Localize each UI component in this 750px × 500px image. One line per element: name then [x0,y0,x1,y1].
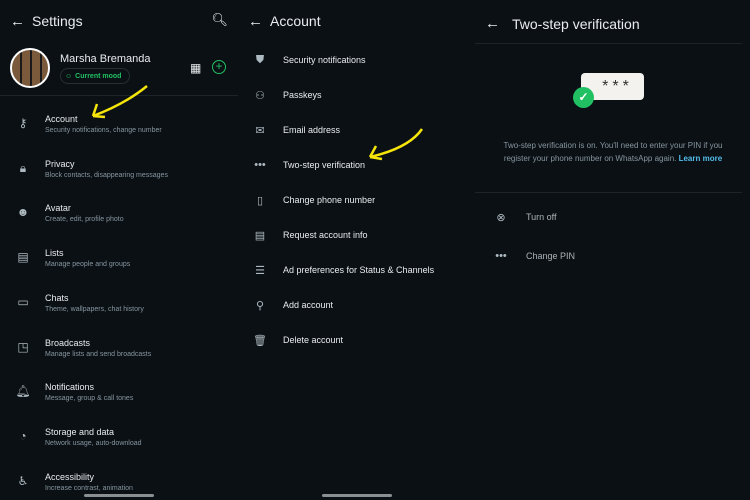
settings-header: ← Settings 🔍︎ [0,0,238,42]
home-indicator [84,494,154,497]
item-subtitle: Theme, wallpapers, chat history [45,305,144,313]
list-item-notifications[interactable]: 🔔︎ Notifications Message, group & call ton… [0,382,238,422]
item-subtitle: Security notifications, change number [45,127,162,134]
chat-icon: ▭ [17,294,29,309]
close-circle-icon: ⊗ [496,212,506,224]
item-label: Change PIN [526,251,576,261]
smiley-icon: ☺ [65,72,73,80]
page-title: Two-step verification [512,16,640,32]
back-arrow-icon[interactable]: ← [485,15,500,32]
list-item-lists[interactable]: ▤ Lists Manage people and groups [0,248,238,288]
qr-code-icon[interactable]: ▦ [190,61,201,75]
info-text: Two-step verification is on. You'll need… [493,139,733,165]
list-item-storage-and-data[interactable]: ◔ Storage and data Network usage, auto-dow… [0,427,238,467]
item-label: Two-step verification [283,160,366,170]
mood-label: Current mood [75,72,122,80]
item-label: Avatar [45,203,71,214]
document-icon: ▤ [254,230,266,242]
item-label: Delete account [283,335,344,345]
item-subtitle: Manage lists and send broadcasts [45,350,152,358]
item-label: Privacy [45,158,75,169]
item-label: Storage and data [45,426,115,437]
avatar[interactable] [10,48,50,88]
list-item-request-account-info[interactable]: ▤ Request account info [238,229,475,249]
add-icon[interactable]: + [212,60,226,74]
divider [475,43,742,44]
sliders-icon: ☰ [255,265,265,277]
bell-icon: 🔔︎ [15,384,31,399]
item-label: Security notifications [283,55,366,65]
item-label: Account [45,114,78,124]
item-label: Accessibility [45,471,95,482]
list-item-avatar[interactable]: ☻ Avatar Create, edit, profile photo [0,203,238,243]
back-arrow-icon[interactable]: ← [10,13,25,30]
back-arrow-icon[interactable]: ← [248,13,263,30]
avatar-icon: ☻ [16,205,30,220]
item-label: Turn off [526,212,557,222]
broadcast-icon: ◳ [17,339,29,354]
page-title: Account [270,13,321,29]
list-item-change-phone-number[interactable]: ▯ Change phone number [238,194,475,214]
item-label: Chats [45,292,69,303]
passkey-icon: ⚇ [255,90,265,102]
item-subtitle: Block contacts, disappearing messages [45,171,168,179]
item-label: Passkeys [283,90,322,100]
dots-icon: ••• [495,250,507,262]
page-title: Settings [32,13,83,29]
item-label: Email address [283,125,341,135]
list-item-change-pin[interactable]: ••• Change PIN [475,250,750,270]
profile-row[interactable]: Marsha Bremanda ☺ Current mood ▦ + [0,44,238,96]
list-item-two-step-verification[interactable]: ••• Two-step verification [238,159,475,179]
item-subtitle: Network usage, auto-download [45,439,142,447]
two-step-panel: ← Two-step verification *** ✓ Two-step v… [475,0,750,500]
item-subtitle: Manage people and groups [45,261,131,269]
list-item-chats[interactable]: ▭ Chats Theme, wallpapers, chat history [0,293,238,333]
list-item-turn-off[interactable]: ⊗ Turn off [475,211,750,231]
item-label: Lists [45,248,64,259]
divider [475,192,742,193]
trash-icon: 🗑︎ [253,335,267,347]
list-item-ad-preferences-for-status-channels[interactable]: ☰ Ad preferences for Status & Channels [238,264,475,284]
item-label: Ad preferences for Status & Channels [283,265,435,275]
list-item-delete-account[interactable]: 🗑︎ Delete account [238,334,475,354]
key-icon: ⚷ [18,116,28,130]
item-label: Broadcasts [45,337,91,348]
dots-icon: ••• [254,159,266,171]
phone-change-icon: ▯ [256,195,264,207]
mail-icon: ✉ [255,125,265,137]
lists-icon: ▤ [17,250,29,265]
current-mood-button[interactable]: ☺ Current mood [60,68,131,84]
add-person-icon: ⚲ [255,300,265,312]
list-item-add-account[interactable]: ⚲ Add account [238,299,475,319]
item-label: Request account info [283,230,368,240]
learn-more-link[interactable]: Learn more [679,154,723,163]
list-item-account[interactable]: ⚷ Account Security notifications, change n… [0,114,238,154]
profile-name: Marsha Bremanda [60,53,151,65]
item-subtitle: Create, edit, profile photo [45,216,124,224]
item-subtitle: Message, group & call tones [45,395,134,403]
item-label: Add account [283,300,334,310]
item-label: Notifications [45,382,95,393]
account-panel: ← Account ⛊ Security notifications ⚇ Passke… [238,0,475,500]
lock-icon: 🔒︎ [19,160,27,175]
storage-icon: ◔ [19,428,27,443]
list-item-broadcasts[interactable]: ◳ Broadcasts Manage lists and send broadca… [0,338,238,378]
list-item-security-notifications[interactable]: ⛊ Security notifications [238,54,475,74]
shield-icon: ⛊ [255,54,265,66]
list-item-passkeys[interactable]: ⚇ Passkeys [238,89,475,109]
settings-panel: ← Settings 🔍︎ Marsha Bremanda ☺ Current m… [0,0,238,500]
two-step-header: ← Two-step verification [475,0,750,42]
search-icon[interactable]: 🔍︎ [211,12,228,28]
item-label: Change phone number [283,195,376,205]
accessibility-icon: ♿︎ [17,473,29,488]
account-header: ← Account [238,0,475,42]
item-subtitle: Increase contrast, animation [45,484,133,492]
list-item-email-address[interactable]: ✉ Email address [238,124,475,144]
home-indicator [321,494,392,497]
list-item-privacy[interactable]: 🔒︎ Privacy Block contacts, disappearing me… [0,159,238,199]
check-icon: ✓ [573,87,594,108]
